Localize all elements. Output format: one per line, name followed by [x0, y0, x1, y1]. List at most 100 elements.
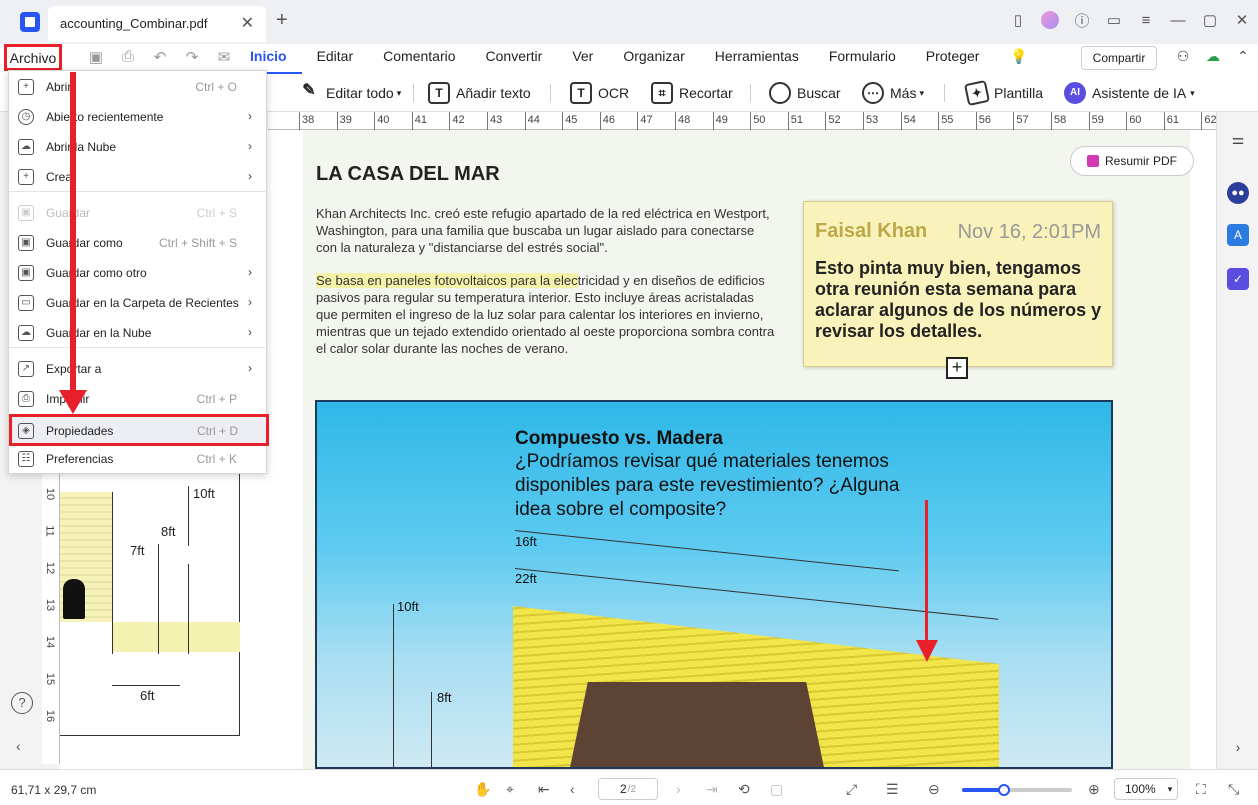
next-page-icon[interactable]: › — [676, 781, 681, 797]
menu-item-shortcut: Ctrl + D — [196, 424, 238, 438]
expand-right-icon[interactable]: › — [1227, 736, 1249, 758]
document-paragraph-1: Khan Architects Inc. creó este refugio a… — [316, 206, 770, 255]
menu-item-abrir-la-nube[interactable]: ☁ Abrir la Nube › — [9, 132, 268, 162]
tab-close-icon[interactable]: ✕ — [241, 13, 254, 33]
fit-page-icon[interactable]: ⤢ — [846, 781, 857, 798]
new-tab-icon[interactable]: + — [276, 10, 288, 30]
rotate-icon[interactable]: ⟲ — [738, 781, 750, 798]
close-icon[interactable]: ✕ — [1226, 11, 1258, 29]
menu-item-preferencias[interactable]: ☷ Preferencias Ctrl + K — [9, 444, 268, 474]
ruler-number: 38 — [302, 114, 315, 126]
print-icon[interactable]: ⎙ — [112, 48, 144, 66]
check-icon[interactable]: ✓ — [1227, 268, 1249, 290]
help-icon[interactable]: ? — [11, 692, 33, 714]
app-logo-icon — [20, 12, 40, 32]
toolbar-divider — [944, 84, 945, 102]
share-button[interactable]: Compartir — [1081, 46, 1157, 70]
summarize-pdf-button[interactable]: Resumir PDF — [1070, 146, 1194, 176]
edit-all-tool[interactable]: ✎ Editar todo ▾ — [298, 79, 401, 107]
search-label: Buscar — [797, 85, 841, 101]
ocr-icon: T — [570, 82, 592, 104]
fit-width-icon[interactable]: ⛶ — [1196, 781, 1206, 798]
zoom-in-icon[interactable]: ⊕ — [1088, 781, 1100, 798]
menu-item-guardar-como-otro[interactable]: ▣ Guardar como otro › — [9, 258, 268, 288]
avatar[interactable] — [1041, 11, 1059, 29]
ruler-tick — [449, 112, 451, 130]
tab-herramientas[interactable]: Herramientas — [700, 44, 814, 74]
fullscreen-icon[interactable]: ⤡ — [1228, 781, 1239, 798]
tab-proteger[interactable]: Proteger — [911, 44, 995, 74]
help-icon[interactable]: ⓘ — [1066, 10, 1098, 31]
ocr-tool[interactable]: T OCR — [570, 79, 629, 107]
tab-comentario[interactable]: Comentario — [368, 44, 470, 74]
menu-icon[interactable]: ≡ — [1130, 12, 1162, 29]
highlighted-text: Se basa en paneles fotovoltaicos para la… — [316, 273, 578, 288]
select-tool-icon[interactable]: ⌖ — [506, 781, 514, 798]
ribbon-tabs: Inicio Editar Comentario Convertir Ver O… — [235, 44, 994, 74]
more-tool[interactable]: ⋯ Más ▾ — [862, 79, 924, 107]
menu-item-label: Propiedades — [46, 424, 114, 438]
minimize-icon[interactable]: — — [1162, 12, 1194, 29]
cloud-sync-icon[interactable]: ☁ — [1198, 48, 1228, 65]
translate-icon[interactable]: A — [1227, 224, 1249, 246]
crop-tool[interactable]: ⌗ Recortar — [651, 79, 733, 107]
first-page-icon[interactable]: ⇤ — [538, 781, 550, 798]
menu-item-guardar[interactable]: ▣ Guardar Ctrl + S — [9, 198, 268, 228]
ruler-tick — [374, 112, 376, 130]
tab-editar[interactable]: Editar — [302, 44, 369, 74]
network-icon[interactable]: ⚇ — [1168, 48, 1198, 65]
dim-line — [431, 692, 432, 767]
ai-bot-icon[interactable]: ●● — [1227, 182, 1249, 204]
menu-item-guardar-en-la-nube[interactable]: ☁ Guardar en la Nube › — [9, 318, 268, 348]
zoom-slider-knob[interactable] — [997, 784, 1010, 796]
add-text-tool[interactable]: T Añadir texto — [428, 79, 531, 107]
tab-formulario[interactable]: Formulario — [814, 44, 911, 74]
maximize-icon[interactable]: ▢ — [1194, 11, 1226, 29]
zoom-slider[interactable] — [962, 784, 1072, 796]
undo-icon[interactable]: ↶ — [144, 48, 176, 66]
add-note-icon[interactable]: + — [946, 357, 968, 379]
collapse-icon[interactable]: ⌃ — [1228, 48, 1258, 65]
menu-item-exportar-a[interactable]: ↗ Exportar a › — [9, 354, 268, 384]
menu-item-abierto-recientemente[interactable]: ◷ Abierto recientemente › — [9, 102, 268, 132]
prev-page-icon[interactable]: ‹ — [570, 781, 575, 797]
tablet-icon[interactable]: ▯ — [1002, 11, 1034, 29]
ruler-number: 12 — [44, 561, 57, 575]
ai-assistant-tool[interactable]: AI Asistente de IA ▾ — [1064, 79, 1195, 107]
zoom-select[interactable]: 100% ▾ — [1114, 778, 1178, 800]
template-tool[interactable]: ✦ Plantilla — [963, 79, 1043, 107]
properties-panel-icon[interactable]: ⚌ — [1227, 128, 1249, 150]
ruler-number: 57 — [1016, 114, 1029, 126]
chevron-right-icon: › — [248, 109, 252, 123]
tab-ver[interactable]: Ver — [557, 44, 608, 74]
collapse-left-icon[interactable]: ‹ — [16, 738, 21, 754]
ruler-number: 16 — [44, 709, 57, 723]
archivo-menu-button[interactable]: Archivo — [4, 44, 62, 71]
page-icon[interactable]: ▢ — [770, 781, 783, 798]
page-number-input[interactable]: 2/2 — [598, 778, 658, 800]
page-layout-icon[interactable]: ☰ — [886, 781, 899, 798]
save-icon[interactable]: ▣ — [80, 48, 112, 66]
menu-item-imprimir[interactable]: ⎙ Imprimir Ctrl + P — [9, 384, 268, 414]
ruler-number: 43 — [490, 114, 503, 126]
menu-item-guardar-como[interactable]: ▣ Guardar como Ctrl + Shift + S — [9, 228, 268, 258]
sticky-note[interactable]: Faisal Khan Nov 16, 2:01PM Esto pinta mu… — [803, 201, 1113, 367]
tab-convertir[interactable]: Convertir — [471, 44, 558, 74]
menu-item-abrir[interactable]: + Abrir Ctrl + O — [9, 72, 268, 102]
zoom-out-icon[interactable]: ⊖ — [928, 781, 940, 798]
last-page-icon[interactable]: ⇥ — [706, 781, 718, 798]
redo-icon[interactable]: ↷ — [176, 48, 208, 66]
left-page-drawing: 10ft 8ft 7ft 6ft — [60, 474, 240, 736]
document-tab[interactable]: accounting_Combinar.pdf ✕ — [48, 6, 266, 42]
menu-item-crear[interactable]: + Crear › — [9, 162, 268, 192]
menu-item-propiedades[interactable]: ◈ Propiedades Ctrl + D — [9, 414, 269, 446]
tab-organizar[interactable]: Organizar — [608, 44, 699, 74]
lightbulb-icon[interactable]: 💡 — [1010, 48, 1027, 65]
search-tool[interactable]: Buscar — [769, 79, 841, 107]
menu-item-guardar-en-la-carpeta-de-recientes[interactable]: ▭ Guardar en la Carpeta de Recientes › — [9, 288, 268, 318]
hand-tool-icon[interactable]: ✋ — [474, 781, 491, 798]
feedback-icon[interactable]: ▭ — [1098, 11, 1130, 29]
ai-assistant-label: Asistente de IA — [1092, 85, 1187, 101]
clock-icon: ◷ — [18, 109, 34, 125]
dim-line — [393, 604, 394, 767]
